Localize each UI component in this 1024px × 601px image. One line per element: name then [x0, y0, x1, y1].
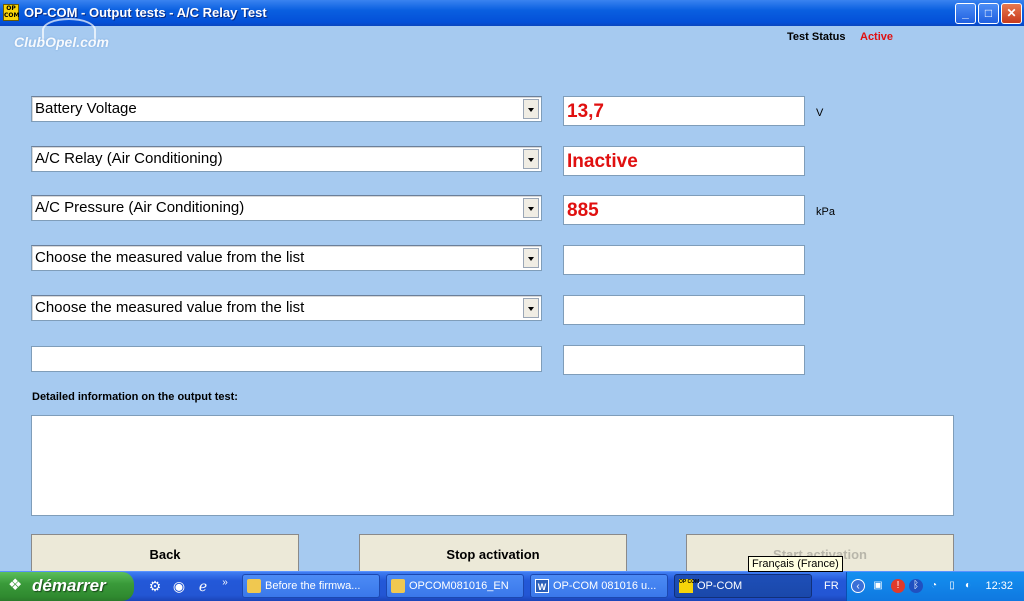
measure-value-2: Inactive — [563, 146, 805, 176]
measure-select-5[interactable]: Choose the measured value from the list — [31, 295, 542, 321]
chevron-down-icon[interactable] — [523, 99, 539, 119]
measure-select-3[interactable]: A/C Pressure (Air Conditioning) — [31, 195, 542, 221]
internet-explorer-icon[interactable]: ℯ — [194, 577, 212, 595]
language-tooltip: Français (France) — [748, 556, 843, 572]
measure-value-4 — [563, 245, 805, 275]
measure-value-2-text: Inactive — [567, 151, 638, 172]
measure-value-5 — [563, 295, 805, 325]
measure-select-4-value: Choose the measured value from the list — [35, 249, 305, 266]
watermark-logo: ClubOpel.com — [14, 34, 109, 50]
tray-expand-icon[interactable]: ‹ — [851, 579, 865, 593]
close-button[interactable]: ✕ — [1001, 3, 1022, 24]
safely-remove-icon[interactable]: ▯ — [945, 579, 959, 593]
task-opcom-word[interactable]: W OP-COM 081016 u... — [530, 574, 668, 598]
measure-value-3-text: 885 — [567, 200, 599, 221]
folder-icon — [391, 579, 405, 593]
network-icon[interactable]: ▣ — [871, 579, 885, 593]
folder-icon — [247, 579, 261, 593]
bluetooth-icon[interactable]: ᛒ — [909, 579, 923, 593]
start-button[interactable]: ❖ démarrer — [0, 572, 134, 601]
security-icon[interactable]: ◐ — [961, 579, 975, 593]
chevron-down-icon[interactable] — [523, 198, 539, 218]
task-label: OP-COM — [697, 580, 743, 592]
measure-value-3: 885 — [563, 195, 805, 225]
task-opcom-app[interactable]: OP COM OP-COM — [674, 574, 812, 598]
measure-value-1: 13,7 — [563, 96, 805, 126]
clock[interactable]: 12:32 — [985, 580, 1013, 592]
more-quicklaunch-icon[interactable]: » — [216, 574, 234, 592]
app-icon[interactable]: OP COM — [3, 4, 19, 21]
task-opcom-folder[interactable]: OPCOM081016_EN — [386, 574, 524, 598]
show-desktop-icon[interactable]: ⚙ — [146, 577, 164, 595]
alert-icon[interactable]: ! — [891, 579, 905, 593]
task-label: OPCOM081016_EN — [409, 580, 509, 592]
test-status-label: Test Status — [787, 31, 846, 43]
chevron-down-icon[interactable] — [523, 149, 539, 169]
measure-value-6 — [563, 345, 805, 375]
measure-select-1[interactable]: Battery Voltage — [31, 96, 542, 122]
minimize-button[interactable]: _ — [955, 3, 976, 24]
word-icon: W — [535, 579, 549, 593]
chevron-down-icon[interactable] — [523, 248, 539, 268]
system-tray: ‹ ▣ ! ᛒ ◔ ▯ ◐ 12:32 — [846, 572, 1024, 601]
measure-select-1-value: Battery Voltage — [35, 100, 137, 117]
taskbar: ❖ démarrer ⚙ ◉ ℯ » Before the firmwa... … — [0, 571, 1024, 601]
media-player-icon[interactable]: ◉ — [170, 577, 188, 595]
wireless-icon[interactable]: ◔ — [927, 579, 941, 593]
title-bar[interactable]: OP COM OP-COM - Output tests - A/C Relay… — [0, 0, 1024, 26]
detailed-info-box[interactable] — [31, 415, 954, 516]
task-before-firmware[interactable]: Before the firmwa... — [242, 574, 380, 598]
task-label: Before the firmwa... — [265, 580, 361, 592]
detailed-info-label: Detailed information on the output test: — [32, 391, 238, 403]
measure-select-2[interactable]: A/C Relay (Air Conditioning) — [31, 146, 542, 172]
task-label: OP-COM 081016 u... — [553, 580, 657, 592]
test-status-value: Active — [860, 31, 894, 43]
back-button[interactable]: Back — [31, 534, 299, 574]
measure-field-6[interactable] — [31, 346, 542, 372]
measure-select-5-value: Choose the measured value from the list — [35, 299, 305, 316]
measure-unit-1: V — [816, 107, 824, 119]
measure-value-1-text: 13,7 — [567, 101, 604, 122]
stop-activation-button[interactable]: Stop activation — [359, 534, 627, 574]
measure-unit-3: kPa — [816, 206, 835, 218]
measure-select-2-value: A/C Relay (Air Conditioning) — [35, 150, 223, 167]
windows-flag-icon: ❖ — [8, 577, 23, 594]
maximize-button[interactable]: □ — [978, 3, 999, 24]
language-indicator[interactable]: FR — [824, 580, 839, 592]
chevron-down-icon[interactable] — [523, 298, 539, 318]
start-label: démarrer — [32, 576, 106, 595]
measure-select-4[interactable]: Choose the measured value from the list — [31, 245, 542, 271]
opcom-icon: OP COM — [679, 579, 699, 593]
measure-select-3-value: A/C Pressure (Air Conditioning) — [35, 199, 245, 216]
